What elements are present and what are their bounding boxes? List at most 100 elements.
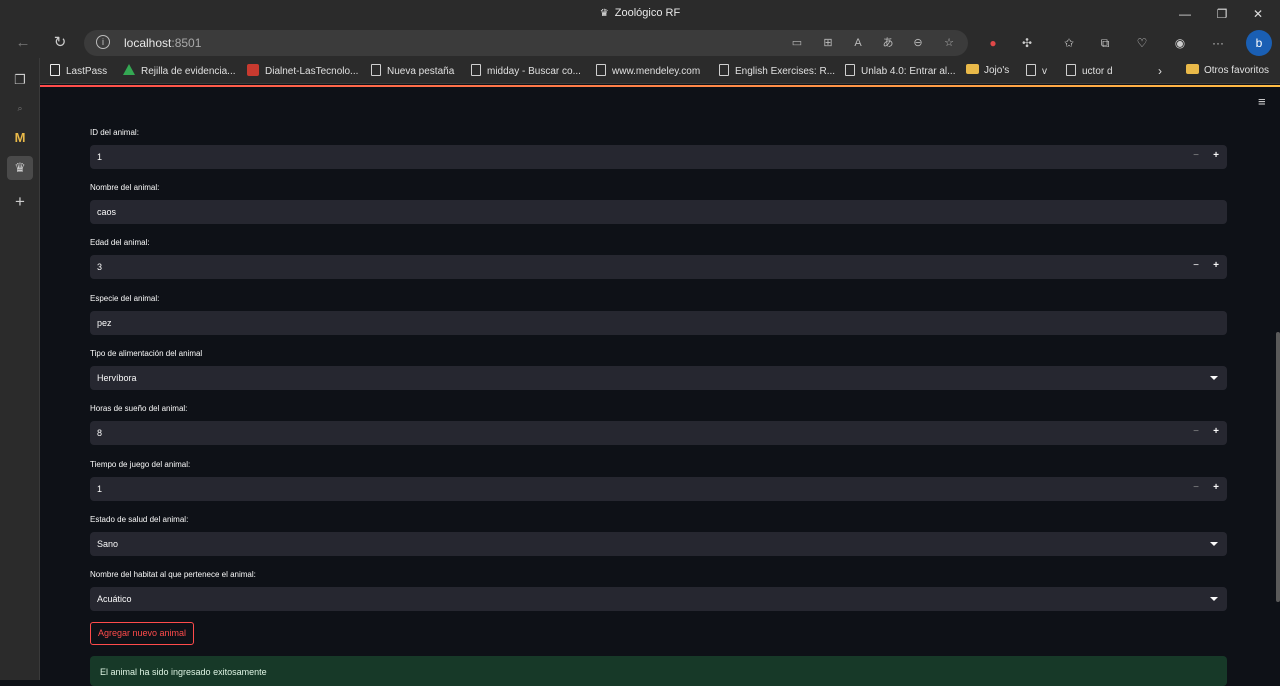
age-decrement-button[interactable]: −: [1189, 260, 1203, 271]
back-arrow-icon[interactable]: ←: [11, 32, 35, 54]
refresh-icon[interactable]: ↻: [48, 32, 72, 54]
age-increment-button[interactable]: +: [1209, 260, 1223, 271]
sleep-number-input[interactable]: 8 − +: [90, 421, 1227, 445]
profile-avatar[interactable]: ◉: [1170, 34, 1190, 52]
id-value[interactable]: 1: [97, 152, 102, 162]
bookmark-rejilla[interactable]: Rejilla de evidencia...: [123, 64, 236, 80]
browser-toolbar: ← ↻ i localhost:8501 ▭ ⊞ A あ ⊖ ☆ ● ✣ ✩ ⧉…: [0, 28, 1280, 58]
folder-icon: [966, 64, 979, 74]
bookmark-jojos-folder[interactable]: Jojo's: [966, 64, 1009, 80]
pdf-icon: [247, 64, 259, 76]
grid-icon[interactable]: ⊞: [819, 35, 837, 51]
lastpass-icon: [50, 64, 60, 76]
page-icon: [719, 64, 729, 76]
bookmark-otros-favoritos[interactable]: Otros favoritos: [1186, 64, 1269, 80]
search-icon[interactable]: ⌕: [7, 96, 33, 120]
extension-icon[interactable]: ●: [983, 34, 1003, 52]
sleep-label: Horas de sueño del animal:: [90, 404, 188, 413]
miro-tab-icon[interactable]: M: [7, 126, 33, 150]
maximize-button[interactable]: ❐: [1207, 4, 1237, 24]
tab-actions-icon[interactable]: ❐: [7, 68, 33, 92]
id-number-input[interactable]: 1 − +: [90, 145, 1227, 169]
success-message: El animal ha sido ingresado exitosamente: [100, 667, 267, 677]
page-icon: [1066, 64, 1076, 76]
play-increment-button[interactable]: +: [1209, 482, 1223, 493]
drive-icon: [123, 64, 135, 75]
habitat-select[interactable]: Acuático: [90, 587, 1227, 611]
play-number-input[interactable]: 1 − +: [90, 477, 1227, 501]
chevron-down-icon[interactable]: [1210, 376, 1218, 380]
folder-icon: [1186, 64, 1199, 74]
sleep-decrement-button[interactable]: −: [1189, 426, 1203, 437]
collections-icon[interactable]: ⧉: [1095, 34, 1115, 52]
chevron-down-icon[interactable]: [1210, 597, 1218, 601]
streamlit-tab-icon[interactable]: ♛: [7, 156, 33, 180]
read-aloud-icon[interactable]: A: [849, 35, 867, 51]
health-selected-value[interactable]: Sano: [97, 539, 118, 549]
health-label: Estado de salud del animal:: [90, 515, 189, 524]
health-select[interactable]: Sano: [90, 532, 1227, 556]
bookmark-lastpass[interactable]: LastPass: [50, 64, 107, 80]
favorite-add-icon[interactable]: ☆: [940, 35, 958, 51]
page-icon: [845, 64, 855, 76]
bookmark-english-exercises[interactable]: English Exercises: R...: [719, 64, 835, 80]
close-button[interactable]: ✕: [1243, 4, 1273, 24]
species-text-input[interactable]: pez: [90, 311, 1227, 335]
page-icon: [471, 64, 481, 76]
minimize-button[interactable]: —: [1170, 4, 1200, 24]
diet-selected-value[interactable]: Hervíbora: [97, 373, 137, 383]
info-icon[interactable]: i: [96, 35, 110, 49]
id-label: ID del animal:: [90, 128, 139, 137]
address-bar[interactable]: i localhost:8501 ▭ ⊞ A あ ⊖ ☆: [84, 30, 968, 56]
favorites-icon[interactable]: ✩: [1059, 34, 1079, 52]
name-text-input[interactable]: caos: [90, 200, 1227, 224]
id-decrement-button[interactable]: −: [1189, 150, 1203, 161]
bookmark-nueva-pestana[interactable]: Nueva pestaña: [371, 64, 454, 80]
app-available-icon[interactable]: ▭: [788, 35, 806, 51]
diet-label: Tipo de alimentación del animal: [90, 349, 203, 358]
species-value[interactable]: pez: [97, 318, 112, 328]
name-label: Nombre del animal:: [90, 183, 160, 192]
bookmarks-bar: LastPass Rejilla de evidencia... Dialnet…: [40, 58, 1280, 84]
diet-select[interactable]: Hervíbora: [90, 366, 1227, 390]
bing-copilot-icon[interactable]: b: [1246, 30, 1272, 56]
streamlit-crown-icon: ♛: [599, 8, 609, 19]
id-increment-button[interactable]: +: [1209, 150, 1223, 161]
scrollbar[interactable]: [1276, 332, 1280, 602]
performance-heart-icon[interactable]: ♡: [1132, 34, 1152, 52]
extensions-puzzle-icon[interactable]: ✣: [1017, 34, 1037, 52]
chevron-down-icon[interactable]: [1210, 542, 1218, 546]
url-text[interactable]: localhost:8501: [124, 36, 201, 50]
bookmark-mendeley[interactable]: www.mendeley.com: [596, 64, 700, 80]
window-title: ♛ Zoológico RF: [599, 7, 681, 19]
page-icon: [596, 64, 606, 76]
bookmark-midday[interactable]: midday - Buscar co...: [471, 64, 581, 80]
browser-sidebar: ❐ ⌕ M ♛ +: [0, 58, 40, 680]
age-label: Edad del animal:: [90, 238, 150, 247]
bookmark-v[interactable]: v: [1026, 64, 1047, 80]
zoom-icon[interactable]: ⊖: [909, 35, 927, 51]
page-icon: [371, 64, 381, 76]
translate-icon[interactable]: あ: [879, 35, 897, 51]
play-value[interactable]: 1: [97, 484, 102, 494]
sleep-increment-button[interactable]: +: [1209, 426, 1223, 437]
age-value[interactable]: 3: [97, 262, 102, 272]
habitat-selected-value[interactable]: Acuático: [97, 594, 132, 604]
play-decrement-button[interactable]: −: [1189, 482, 1203, 493]
bookmark-unlab[interactable]: Unlab 4.0: Entrar al...: [845, 64, 956, 80]
chevron-right-icon[interactable]: ›: [1158, 64, 1162, 80]
page-icon: [1026, 64, 1036, 76]
sleep-value[interactable]: 8: [97, 428, 102, 438]
new-tab-plus-icon[interactable]: +: [7, 190, 33, 214]
more-menu-icon[interactable]: ···: [1208, 34, 1228, 52]
bookmark-dialnet[interactable]: Dialnet-LasTecnolo...: [247, 64, 358, 80]
success-alert: El animal ha sido ingresado exitosamente: [90, 656, 1227, 686]
name-value[interactable]: caos: [97, 207, 116, 217]
hamburger-menu-icon[interactable]: ≡: [1258, 95, 1270, 108]
age-number-input[interactable]: 3 − +: [90, 255, 1227, 279]
add-animal-button[interactable]: Agregar nuevo animal: [90, 622, 195, 645]
play-label: Tiempo de juego del animal:: [90, 460, 191, 469]
habitat-label: Nombre del habitat al que pertenece el a…: [90, 570, 256, 579]
species-label: Especie del animal:: [90, 294, 160, 303]
bookmark-uctor[interactable]: uctor d: [1066, 64, 1113, 80]
